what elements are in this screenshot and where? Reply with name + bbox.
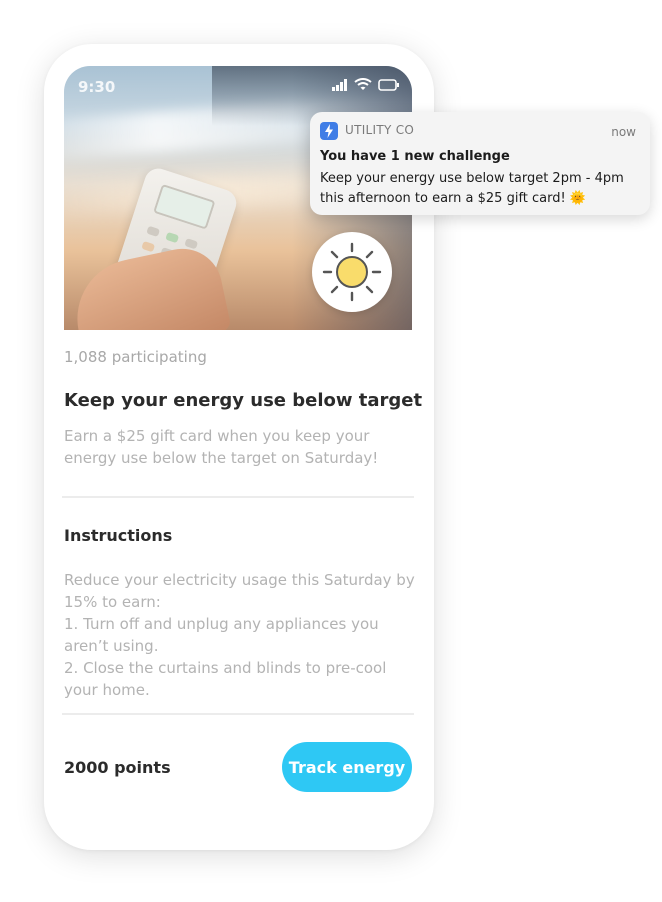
instruction-line: 15% to earn: [64,593,161,611]
push-notification[interactable]: UTILITY CO now You have 1 new challenge … [310,112,650,215]
instruction-line: your home. [64,681,150,699]
status-icons [332,78,400,91]
instruction-line: 2. Close the curtains and blinds to pre-… [64,659,387,677]
challenge-description: Earn a $25 gift card when you keep your … [64,427,379,467]
notification-title: You have 1 new challenge [320,149,510,164]
wifi-icon [354,78,372,90]
track-energy-button[interactable]: Track energy [282,742,412,792]
points-value: 2000 points [64,758,171,777]
instructions-heading: Instructions [64,526,173,545]
notification-time: now [611,125,636,139]
sun-badge [312,232,392,312]
instructions-text: Reduce your electricity usage this Satur… [64,569,415,701]
status-time: 9:30 [78,78,116,96]
notification-app-name: UTILITY CO [345,123,415,137]
notification-body: Keep your energy use below target 2pm - … [320,171,624,206]
participant-count: 1,088 participating [64,348,207,366]
sun-icon [322,242,382,302]
divider [62,496,414,498]
lightning-icon [325,124,333,138]
instruction-line: aren’t using. [64,637,159,655]
instruction-line: 1. Turn off and unplug any appliances yo… [64,615,379,633]
challenge-title: Keep your energy use below target [64,390,423,411]
instruction-line: Reduce your electricity usage this Satur… [64,571,415,589]
app-icon [320,122,338,140]
divider [62,713,414,715]
battery-icon [378,78,399,91]
signal-icon [332,78,347,91]
